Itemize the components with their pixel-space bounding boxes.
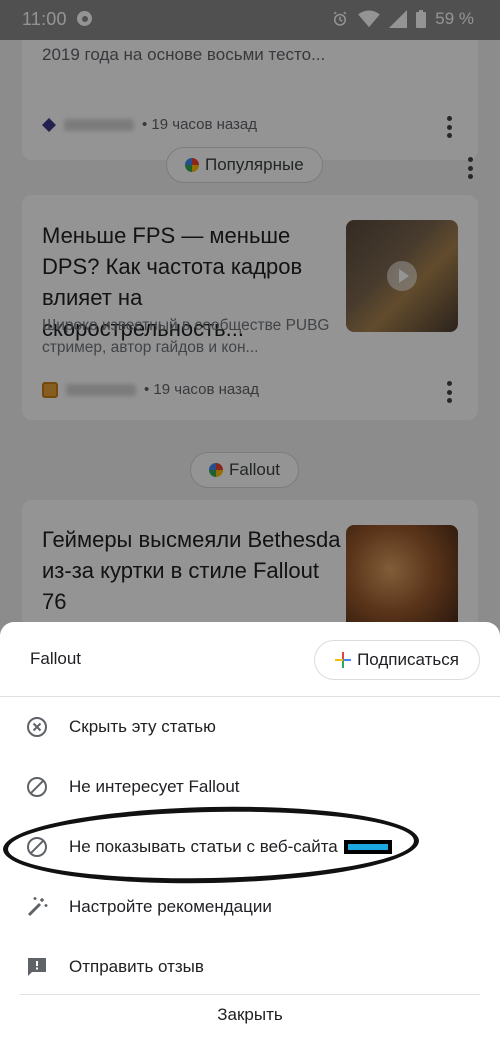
option-label: Скрыть эту статью: [69, 717, 216, 736]
divider: [20, 994, 480, 995]
subscribe-button[interactable]: Подписаться: [314, 640, 480, 680]
magic-wand-icon: [25, 895, 49, 919]
option-label: Не интересует Fallout: [69, 777, 240, 796]
option-label: Настройте рекомендации: [69, 897, 272, 916]
option-hide-article[interactable]: Скрыть эту статью: [0, 697, 500, 757]
close-circle-icon: [25, 715, 49, 739]
sheet-title: Fallout: [30, 649, 82, 668]
option-customize-recommendations[interactable]: Настройте рекомендации: [0, 877, 500, 937]
options-bottom-sheet: Fallout Подписаться Скрыть эту статью Не…: [0, 622, 500, 1055]
subscribe-label: Подписаться: [357, 650, 459, 669]
feedback-icon: [25, 955, 49, 979]
block-icon: [25, 775, 49, 799]
plus-icon: [335, 652, 352, 668]
option-send-feedback[interactable]: Отправить отзыв: [0, 937, 500, 997]
close-button[interactable]: Закрыть: [0, 1005, 500, 1025]
option-label: Отправить отзыв: [69, 957, 204, 976]
